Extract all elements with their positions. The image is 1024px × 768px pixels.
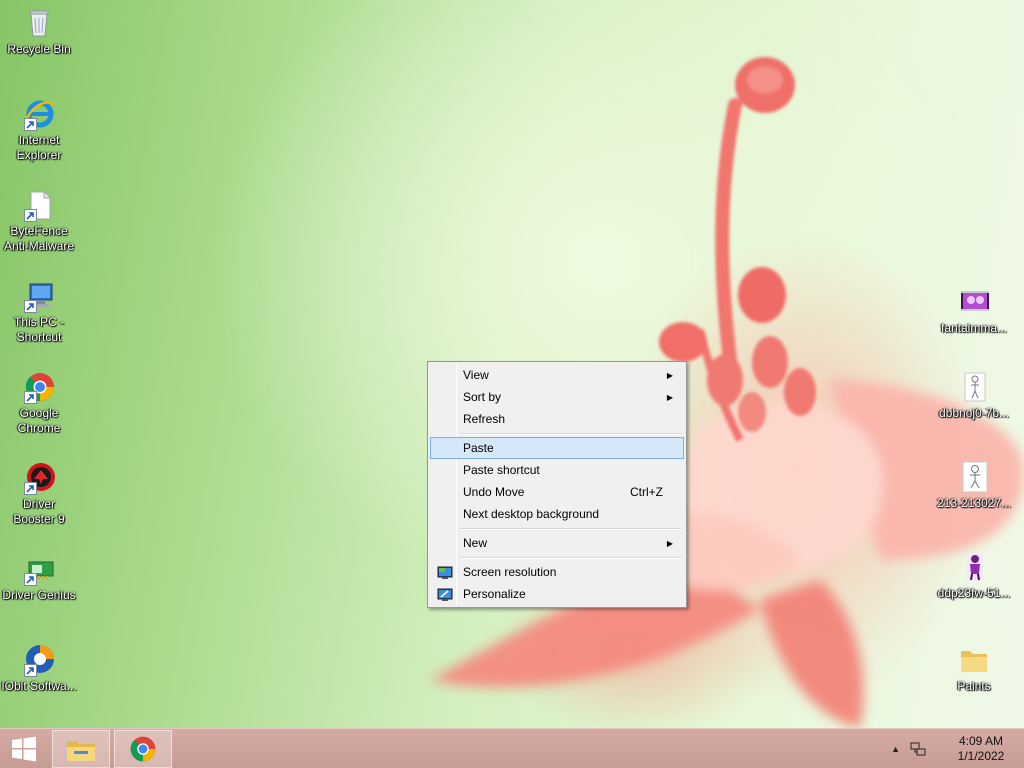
desktop-icon-ddp23fw[interactable]: ddp23fw-51... — [936, 550, 1012, 601]
menu-item-label: Paste — [463, 441, 494, 455]
clock[interactable]: 4:09 AM 1/1/2022 — [950, 734, 1012, 764]
menu-item-refresh[interactable]: Refresh — [430, 408, 684, 430]
desktop-icon-iobit-software[interactable]: IObit Softwa... — [1, 643, 77, 694]
menu-item-next-desktop-background[interactable]: Next desktop background — [430, 503, 684, 525]
shortcut-arrow-icon — [24, 391, 37, 404]
desktop-icon-label: Recycle Bin — [7, 42, 71, 56]
menu-item-label: Screen resolution — [463, 565, 557, 579]
image-file-icon — [957, 370, 991, 404]
clock-time: 4:09 AM — [958, 734, 1004, 748]
clock-date: 1/1/2022 — [957, 749, 1005, 763]
personalize-icon — [437, 588, 453, 601]
menu-separator — [460, 430, 684, 437]
submenu-arrow-icon: ▶ — [666, 370, 673, 380]
image-file-icon — [957, 285, 991, 319]
desktop-icon-label: dbbnoj0-7b... — [938, 406, 1010, 420]
desktop-icon-label: ByteFence Anti-Malware — [3, 224, 75, 253]
shortcut-arrow-icon — [24, 664, 37, 677]
menu-item-label: New — [463, 536, 488, 550]
menu-item-paste-shortcut[interactable]: Paste shortcut — [430, 459, 684, 481]
image-file-icon — [957, 460, 991, 494]
driver-genius-icon — [22, 552, 56, 586]
menu-item-screen-resolution[interactable]: Screen resolution — [430, 561, 684, 583]
taskbar-google-chrome[interactable] — [114, 730, 172, 768]
keyboard-shortcut: Ctrl+Z — [630, 485, 663, 499]
menu-item-label: Next desktop background — [463, 507, 600, 521]
desktop-icon-label: IObit Softwa... — [1, 679, 77, 693]
chrome-icon — [130, 736, 156, 762]
desktop-icon-label: fantaimma... — [940, 321, 1008, 335]
bytefence-icon — [22, 188, 56, 222]
desktop-icon-paints[interactable]: Paints — [936, 643, 1012, 694]
screen-resolution-icon — [437, 566, 453, 579]
driver-booster-icon — [22, 461, 56, 495]
file-explorer-icon — [67, 741, 95, 761]
desktop-icon-driver-genius[interactable]: Driver Genius — [1, 552, 77, 603]
desktop-icon-label: Internet Explorer — [16, 133, 62, 162]
internet-explorer-icon — [22, 97, 56, 131]
menu-item-personalize[interactable]: Personalize — [430, 583, 684, 605]
menu-item-label: Personalize — [463, 587, 526, 601]
desktop-icon-label: Google Chrome — [17, 406, 61, 435]
shortcut-arrow-icon — [24, 118, 37, 131]
submenu-arrow-icon: ▶ — [666, 392, 673, 402]
desktop-icon-label: Driver Booster 9 — [13, 497, 65, 526]
submenu-arrow-icon: ▶ — [666, 538, 673, 548]
desktop-icon-label: Paints — [957, 679, 991, 693]
menu-separator — [460, 525, 684, 532]
folder-icon — [957, 643, 991, 677]
image-file-icon — [957, 550, 991, 584]
desktop-icon-recycle-bin[interactable]: Recycle Bin — [1, 6, 77, 57]
desktop-icon-driver-booster[interactable]: Driver Booster 9 — [1, 461, 77, 527]
menu-item-label: Sort by — [463, 390, 502, 404]
shortcut-arrow-icon — [24, 300, 37, 313]
menu-item-label: Refresh — [463, 412, 506, 426]
show-hidden-icons-button[interactable]: ▲ — [891, 744, 900, 754]
network-icon[interactable] — [910, 741, 926, 757]
desktop-icon-fantaimma[interactable]: fantaimma... — [936, 285, 1012, 336]
desktop-icon-213[interactable]: 213-213027... — [936, 460, 1012, 511]
desktop-icon-label: ddp23fw-51... — [937, 586, 1011, 600]
shortcut-arrow-icon — [24, 573, 37, 586]
taskbar: ▲ 4:09 AM 1/1/2022 — [0, 728, 1024, 768]
computer-icon — [22, 279, 56, 313]
desktop-context-menu: View ▶ Sort by ▶ Refresh Paste Paste sho… — [427, 361, 687, 608]
menu-separator — [460, 554, 684, 561]
menu-item-view[interactable]: View ▶ — [430, 364, 684, 386]
desktop-icon-bytefence[interactable]: ByteFence Anti-Malware — [1, 188, 77, 254]
desktop-icon-label: 213-213027... — [936, 496, 1012, 510]
windows-logo-icon — [12, 736, 36, 762]
chrome-icon — [22, 370, 56, 404]
iobit-icon — [22, 643, 56, 677]
menu-item-undo-move[interactable]: Undo Move Ctrl+Z — [430, 481, 684, 503]
system-tray: ▲ 4:09 AM 1/1/2022 — [891, 729, 1024, 768]
desktop-icon-internet-explorer[interactable]: Internet Explorer — [1, 97, 77, 163]
menu-item-new[interactable]: New ▶ — [430, 532, 684, 554]
menu-item-label: Paste shortcut — [463, 463, 540, 477]
start-button[interactable] — [0, 729, 48, 768]
menu-item-label: Undo Move — [463, 485, 525, 499]
desktop-icon-google-chrome[interactable]: Google Chrome — [1, 370, 77, 436]
desktop-icon-this-pc[interactable]: This PC - Shortcut — [1, 279, 77, 345]
desktop-icon-label: Driver Genius — [2, 588, 76, 602]
desktop-icon-label: This PC - Shortcut — [13, 315, 64, 344]
menu-item-paste[interactable]: Paste — [430, 437, 684, 459]
recycle-bin-icon — [22, 6, 56, 40]
desktop-icon-dbbnoj[interactable]: dbbnoj0-7b... — [936, 370, 1012, 421]
menu-item-label: View — [463, 368, 489, 382]
shortcut-arrow-icon — [24, 209, 37, 222]
menu-item-sort-by[interactable]: Sort by ▶ — [430, 386, 684, 408]
taskbar-file-explorer[interactable] — [52, 730, 110, 768]
shortcut-arrow-icon — [24, 482, 37, 495]
